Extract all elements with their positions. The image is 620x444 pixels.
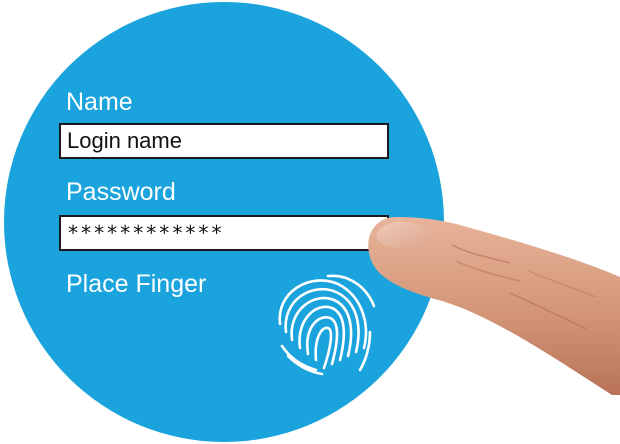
place-finger-label: Place Finger	[66, 270, 207, 298]
login-screen: Name Password Place Finger	[0, 0, 620, 444]
name-label: Name	[66, 88, 133, 116]
finger-illustration	[368, 217, 620, 395]
password-field[interactable]	[59, 215, 389, 251]
password-label: Password	[66, 178, 176, 206]
name-field[interactable]	[59, 123, 389, 159]
